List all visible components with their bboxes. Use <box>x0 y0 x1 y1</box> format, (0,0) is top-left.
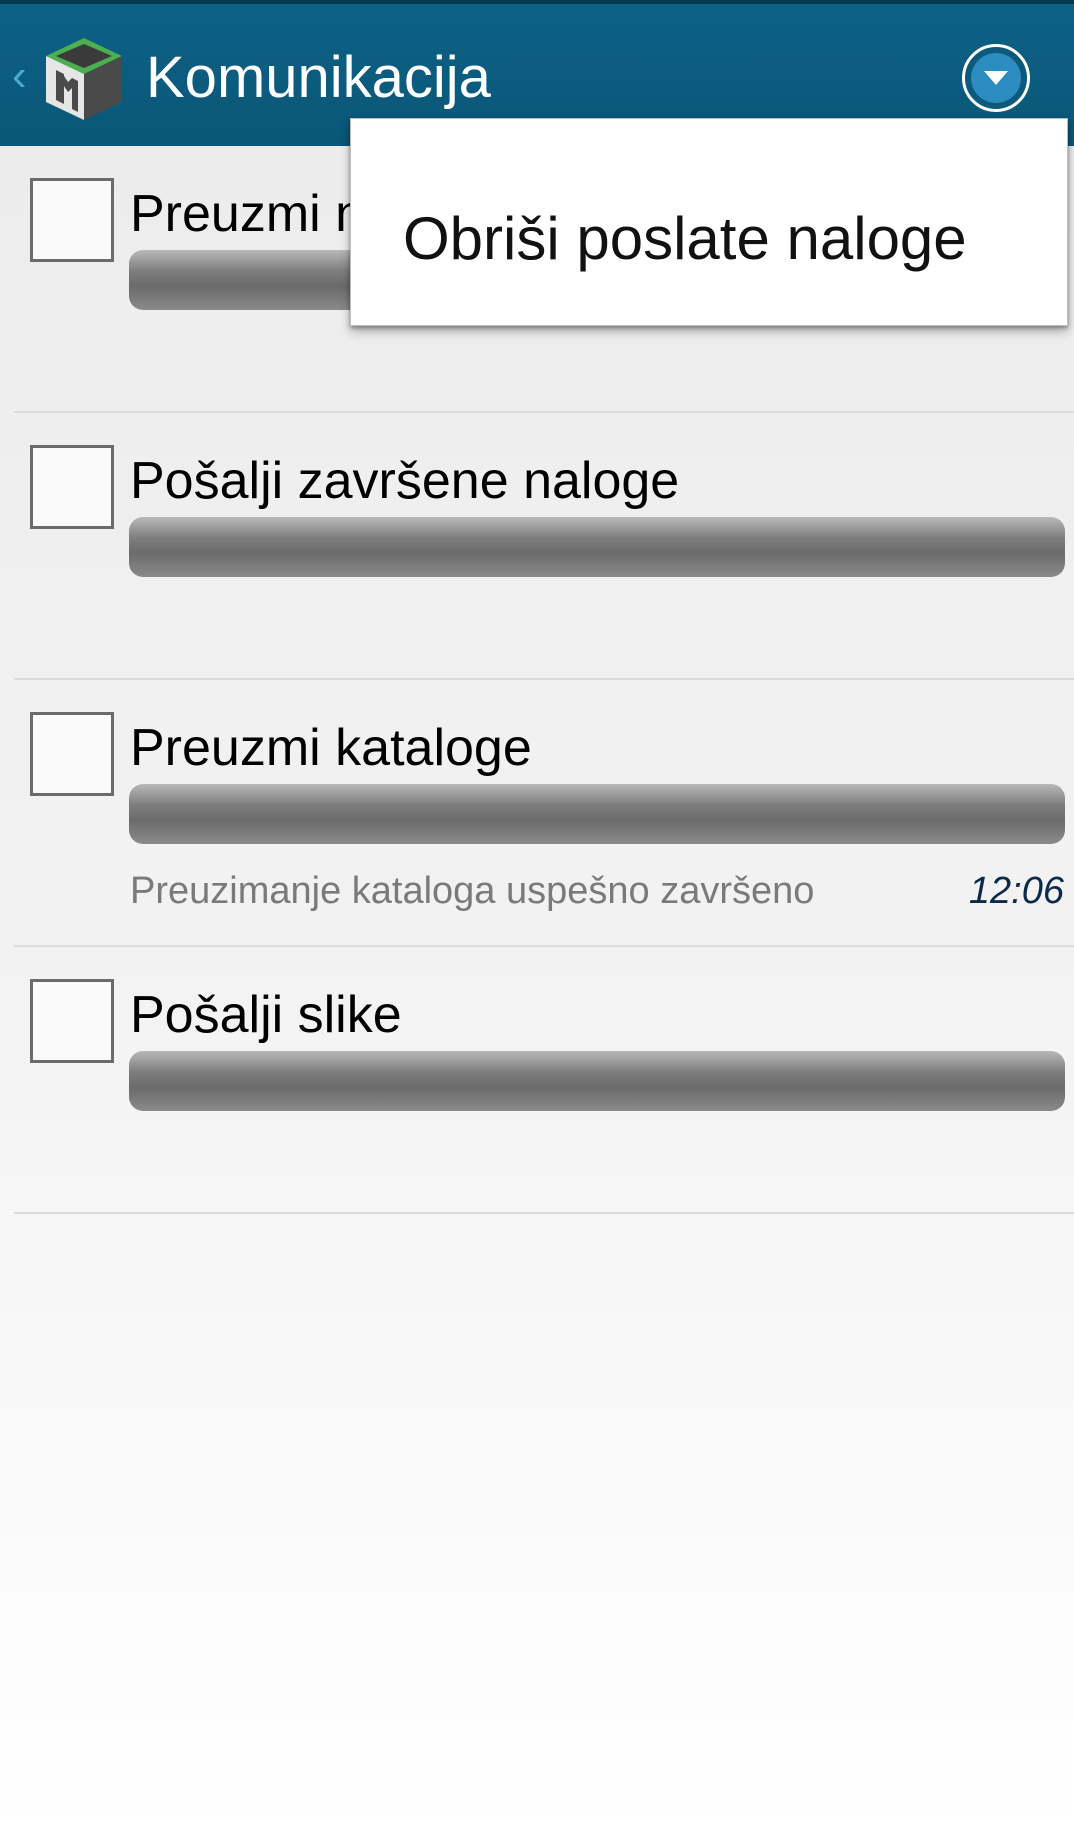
task-timestamp: 12:06 <box>968 870 1064 912</box>
progress-bar <box>129 784 1065 844</box>
task-checkbox[interactable] <box>30 712 114 796</box>
task-title: Preuzmi kataloge <box>130 719 532 777</box>
task-checkbox[interactable] <box>30 178 114 262</box>
overflow-menu: Obriši poslate naloge <box>350 118 1068 326</box>
list-item: Pošalji završene naloge <box>0 413 1074 680</box>
dropdown-circle-icon[interactable] <box>962 44 1030 112</box>
progress-bar <box>129 517 1065 577</box>
task-checkbox[interactable] <box>30 979 114 1063</box>
divider <box>14 1212 1074 1214</box>
app-logo-icon[interactable] <box>42 32 126 124</box>
task-title: Pošalji završene naloge <box>130 452 680 510</box>
progress-bar <box>129 1051 1065 1111</box>
list-item: Pošalji slike <box>0 947 1074 1214</box>
task-title: Pošalji slike <box>130 986 402 1044</box>
list-item: Preuzmi kataloge Preuzimanje kataloga us… <box>0 680 1074 947</box>
task-status: Preuzimanje kataloga uspešno završeno <box>130 870 815 912</box>
chevron-left-icon[interactable]: ‹ <box>12 54 34 98</box>
task-checkbox[interactable] <box>30 445 114 529</box>
page-title: Komunikacija <box>146 45 491 110</box>
menu-item-delete-sent-orders[interactable]: Obriši poslate naloge <box>403 203 967 275</box>
